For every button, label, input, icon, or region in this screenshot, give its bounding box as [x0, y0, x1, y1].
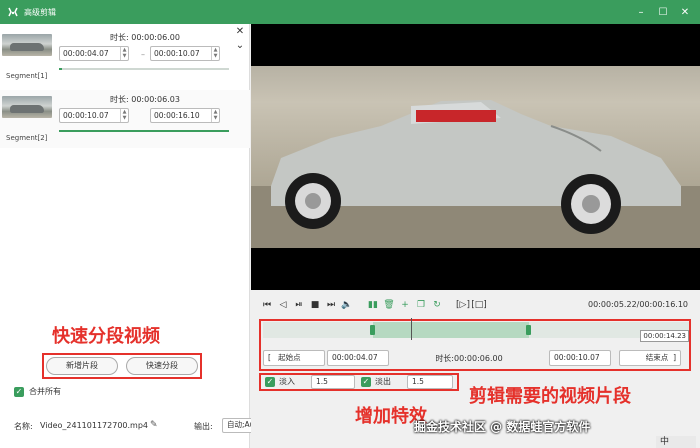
- file-name: Video_241101172700.mp4: [40, 421, 148, 430]
- segment-start-field[interactable]: 00:00:10.07 ▲ ▼: [59, 108, 129, 123]
- title-bar: 高级剪辑 – ☐ ✕: [0, 0, 700, 24]
- annotation-quick-split: 快速分段视频: [52, 326, 160, 347]
- video-frame: [251, 66, 700, 248]
- volume-icon[interactable]: 🔈: [339, 300, 355, 310]
- annotation-clip: 剪辑需要的视频片段: [469, 386, 631, 407]
- segment-panel: ✕ ⌄ Segment[1] 时长: 00:00:06.00 00:00:04.…: [0, 24, 250, 448]
- fade-out-checkbox[interactable]: ✓: [361, 377, 371, 387]
- set-end-button[interactable]: 结束点 ]: [619, 350, 681, 366]
- playhead[interactable]: [411, 318, 412, 340]
- edit-icon[interactable]: ✎: [150, 420, 158, 430]
- segment-start-field[interactable]: 00:00:04.07 ▲ ▼: [59, 46, 129, 61]
- range-end-handle[interactable]: [526, 325, 531, 335]
- minimize-icon[interactable]: –: [632, 3, 650, 21]
- output-label: 输出:: [194, 422, 213, 431]
- preview-panel: ⏮ ◁ ⏯ ■ ⏭ 🔈 ▮▮ 🗑 + ❐ ↻ [▷] [□] 00:00:05.…: [251, 24, 700, 448]
- range-start-handle[interactable]: [370, 325, 375, 335]
- stop-icon[interactable]: ■: [307, 300, 323, 310]
- segment-progress-bar: [59, 68, 229, 70]
- trim-duration: 时长:00:00:06.00: [435, 353, 503, 363]
- segment-item-2[interactable]: Segment[2] 时长: 00:00:06.03 00:00:10.07 ▲ ▼…: [0, 90, 250, 148]
- close-icon[interactable]: ✕: [676, 3, 694, 21]
- skip-end-icon[interactable]: ⏭: [323, 300, 339, 310]
- fade-in-label: 淡入: [279, 377, 295, 386]
- trim-controls: [ 起始点 00:00:04.07 时长:00:00:06.00 00:00:1…: [263, 349, 689, 367]
- name-label: 名称:: [14, 422, 33, 431]
- ime-badge: 中: [656, 436, 696, 448]
- split-icon[interactable]: ▮▮: [365, 300, 381, 310]
- copy-icon[interactable]: ❐: [413, 300, 429, 310]
- fade-out-field[interactable]: 1.5: [407, 375, 453, 389]
- segment-label: Segment[2]: [6, 134, 48, 142]
- timeline-track[interactable]: 00:00:14.23: [263, 318, 689, 342]
- quick-split-button[interactable]: 快速分段: [126, 357, 198, 375]
- selected-range: [373, 322, 529, 338]
- segment-thumbnail: [2, 96, 52, 118]
- segment-end-field[interactable]: 00:00:10.07 ▲ ▼: [150, 46, 220, 61]
- set-start-button[interactable]: [ 起始点: [263, 350, 325, 366]
- playhead-tooltip: 00:00:14.23: [640, 330, 689, 342]
- segment-item-1[interactable]: Segment[1] 时长: 00:00:06.00 00:00:04.07 ▲ ▼…: [0, 28, 250, 86]
- segment-thumbnail: [2, 34, 52, 56]
- maximize-icon[interactable]: ☐: [654, 3, 672, 21]
- segment-duration: 时长: 00:00:06.03: [110, 95, 180, 104]
- refresh-icon[interactable]: ↻: [429, 300, 445, 310]
- mark-out-icon[interactable]: [□]: [471, 300, 487, 310]
- range-separator: –: [141, 50, 145, 59]
- merge-all-checkbox[interactable]: ✓: [14, 387, 24, 397]
- prev-frame-icon[interactable]: ◁: [275, 300, 291, 310]
- mark-in-icon[interactable]: [▷]: [455, 300, 471, 310]
- app-logo-icon: [6, 5, 20, 19]
- fade-in-checkbox[interactable]: ✓: [265, 377, 275, 387]
- segment-duration: 时长: 00:00:06.00: [110, 33, 180, 42]
- delete-icon[interactable]: 🗑: [381, 300, 397, 310]
- fade-in-field[interactable]: 1.5: [311, 375, 355, 389]
- window-title: 高级剪辑: [24, 7, 56, 17]
- trim-start-field[interactable]: 00:00:04.07: [327, 350, 389, 366]
- timecode: 00:00:05.22/00:00:16.10: [588, 300, 688, 309]
- play-icon[interactable]: ⏯: [291, 300, 307, 310]
- add-segment-button[interactable]: 新增片段: [46, 357, 118, 375]
- video-preview[interactable]: [251, 24, 700, 290]
- segment-end-field[interactable]: 00:00:16.10 ▲ ▼: [150, 108, 220, 123]
- fade-out-label: 淡出: [375, 377, 391, 386]
- add-icon[interactable]: +: [397, 300, 413, 310]
- trim-end-field[interactable]: 00:00:10.07: [549, 350, 611, 366]
- segment-label: Segment[1]: [6, 72, 48, 80]
- watermark: 掘金技术社区 @ 数据蛙官方软件: [414, 420, 591, 434]
- skip-start-icon[interactable]: ⏮: [259, 300, 275, 310]
- segment-progress-bar: [59, 130, 229, 132]
- merge-all-label: 合并所有: [29, 387, 61, 396]
